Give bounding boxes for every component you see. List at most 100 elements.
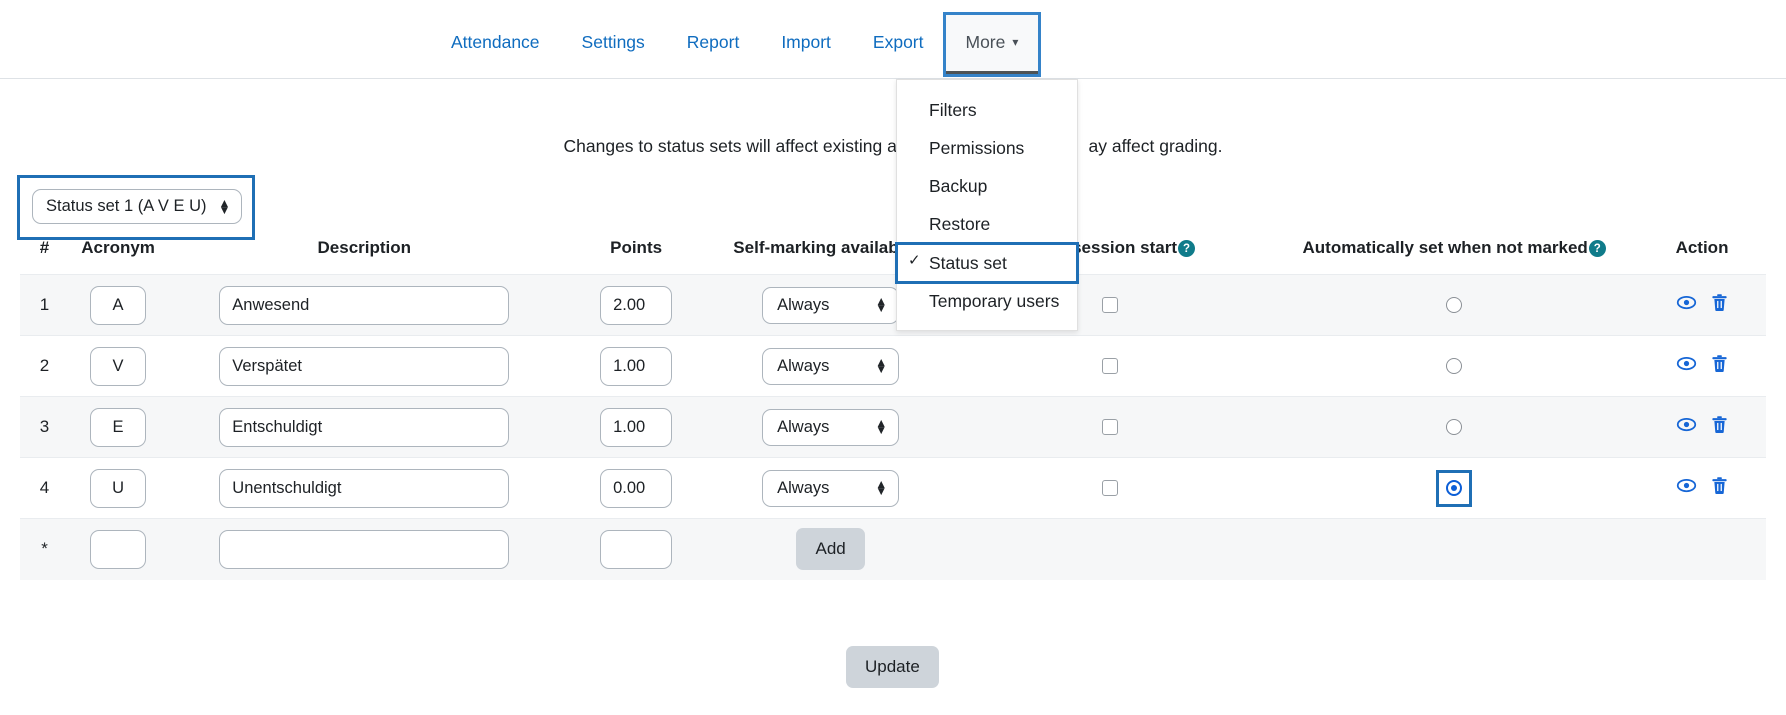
table-head: # Acronym Description Points Self-markin…	[20, 228, 1766, 275]
trash-icon[interactable]	[1710, 414, 1729, 435]
more-dropdown-menu: Filters Permissions Backup Restore Statu…	[895, 79, 1079, 331]
dropdown-item-status-set[interactable]: Status set	[895, 241, 1079, 284]
row-self-marking-cell: Always ▲ ▼	[710, 396, 951, 458]
nav-link-report[interactable]: Report	[666, 14, 761, 71]
dropdown-item-temporary-users[interactable]: Temporary users	[897, 282, 1077, 320]
header-number: #	[39, 238, 50, 257]
acronym-input[interactable]	[90, 285, 147, 325]
auto-set-radio[interactable]	[1446, 480, 1463, 497]
row-description-cell	[167, 457, 562, 519]
row-auto-set-cell	[1270, 274, 1639, 336]
table-row: 1 Always ▲▼	[20, 274, 1766, 336]
dropdown-item-permissions[interactable]: Permissions	[897, 129, 1077, 167]
dropdown-item-backup[interactable]: Backup	[897, 167, 1077, 205]
acronym-input[interactable]	[90, 346, 147, 386]
row-acronym-cell	[69, 274, 168, 336]
row-number-label: 1	[39, 295, 50, 314]
trash-icon[interactable]	[1710, 475, 1729, 496]
new-row-add-cell: Add	[710, 518, 951, 580]
row-action-cell	[1638, 274, 1766, 336]
available-before-checkbox[interactable]	[1102, 480, 1119, 497]
auto-set-radio[interactable]	[1446, 358, 1463, 375]
warning-text-right: ay affect grading.	[1088, 136, 1223, 156]
row-auto-set-cell	[1270, 335, 1639, 397]
help-icon-automatically-set[interactable]: ?	[1588, 240, 1606, 258]
trash-icon[interactable]	[1710, 292, 1729, 313]
acronym-input[interactable]	[90, 468, 147, 508]
eye-icon[interactable]	[1676, 414, 1697, 435]
points-input[interactable]	[600, 346, 673, 386]
self-marking-select[interactable]: Always ▲ ▼	[762, 408, 900, 446]
row-points-cell	[561, 335, 711, 397]
header-automatically-set-label: Automatically set when not marked	[1302, 238, 1588, 257]
auto-set-radio-highlight	[1436, 469, 1473, 507]
description-input[interactable]	[219, 285, 510, 325]
row-description-cell	[167, 274, 562, 336]
new-row-number-label: *	[41, 539, 48, 559]
nav-more-button[interactable]: More ▾	[942, 12, 1042, 77]
row-number-label: 4	[39, 478, 50, 497]
trash-icon[interactable]	[1710, 353, 1729, 374]
eye-icon[interactable]	[1676, 353, 1697, 374]
row-number: 1	[20, 274, 70, 336]
available-before-checkbox[interactable]	[1102, 419, 1119, 436]
add-button[interactable]: Add	[796, 528, 865, 571]
table-header-row: # Acronym Description Points Self-markin…	[20, 228, 1766, 275]
dropdown-item-restore[interactable]: Restore	[897, 205, 1077, 243]
row-acronym-cell	[69, 335, 168, 397]
table-row: 4 Always ▲▼	[20, 457, 1766, 519]
status-set-warning: Changes to status sets will affect exist…	[0, 136, 1786, 157]
help-icon-available-before[interactable]: ?	[1178, 240, 1195, 258]
new-acronym-input[interactable]	[90, 529, 147, 569]
select-arrows-icon: ▲ ▼	[875, 355, 888, 376]
row-number: 2	[20, 335, 70, 397]
row-acronym-cell	[69, 457, 168, 519]
self-marking-select-value: Always	[777, 417, 830, 436]
select-arrows-icon: ▲ ▼	[218, 195, 231, 217]
self-marking-select[interactable]: Always ▲ ▼	[762, 347, 900, 385]
row-number-label: 3	[39, 417, 50, 436]
self-marking-select[interactable]: Always ▲ ▼	[762, 286, 900, 324]
nav-links: Attendance Settings Report Import Export…	[430, 12, 1042, 77]
description-input[interactable]	[219, 468, 510, 508]
self-marking-select[interactable]: Always ▲ ▼	[762, 469, 900, 507]
available-before-checkbox[interactable]	[1102, 297, 1119, 314]
row-auto-set-cell	[1270, 396, 1639, 458]
new-row-available-cell	[950, 518, 1271, 580]
row-self-marking-cell: Always ▲ ▼	[710, 457, 951, 519]
new-points-input[interactable]	[600, 529, 673, 569]
row-action-cell	[1638, 396, 1766, 458]
row-points-cell	[561, 274, 711, 336]
self-marking-select-value: Always	[777, 356, 830, 375]
auto-set-radio[interactable]	[1446, 297, 1463, 314]
row-number: 3	[20, 396, 70, 458]
points-input[interactable]	[600, 407, 673, 447]
nav-link-import[interactable]: Import	[760, 14, 852, 71]
header-automatically-set-when-not-marked: Automatically set when not marked?	[1270, 228, 1638, 275]
new-row-points-cell	[561, 518, 711, 580]
description-input[interactable]	[219, 346, 510, 386]
dropdown-item-filters[interactable]: Filters	[897, 91, 1077, 129]
header-action: Action	[1675, 238, 1729, 257]
update-button[interactable]: Update	[846, 646, 939, 688]
eye-icon[interactable]	[1676, 292, 1697, 313]
select-arrows-icon: ▲ ▼	[875, 416, 888, 437]
points-input[interactable]	[600, 285, 673, 325]
warning-text-left: Changes to status sets will affect exist…	[563, 136, 907, 156]
available-before-checkbox[interactable]	[1102, 358, 1119, 375]
eye-icon[interactable]	[1676, 475, 1697, 496]
nav-link-attendance[interactable]: Attendance	[430, 14, 561, 71]
nav-link-settings[interactable]: Settings	[561, 14, 666, 71]
points-input[interactable]	[600, 468, 673, 508]
auto-set-radio[interactable]	[1446, 419, 1463, 436]
row-description-cell	[167, 335, 562, 397]
new-description-input[interactable]	[219, 529, 510, 569]
new-row-action-cell	[1638, 518, 1766, 580]
description-input[interactable]	[219, 407, 510, 447]
new-row-number: *	[20, 518, 70, 580]
row-number-label: 2	[39, 356, 50, 375]
nav-link-export[interactable]: Export	[852, 14, 945, 71]
header-acronym: Acronym	[81, 238, 155, 257]
acronym-input[interactable]	[90, 407, 147, 447]
status-set-select[interactable]: Status set 1 (A V E U) ▲ ▼	[32, 189, 243, 224]
